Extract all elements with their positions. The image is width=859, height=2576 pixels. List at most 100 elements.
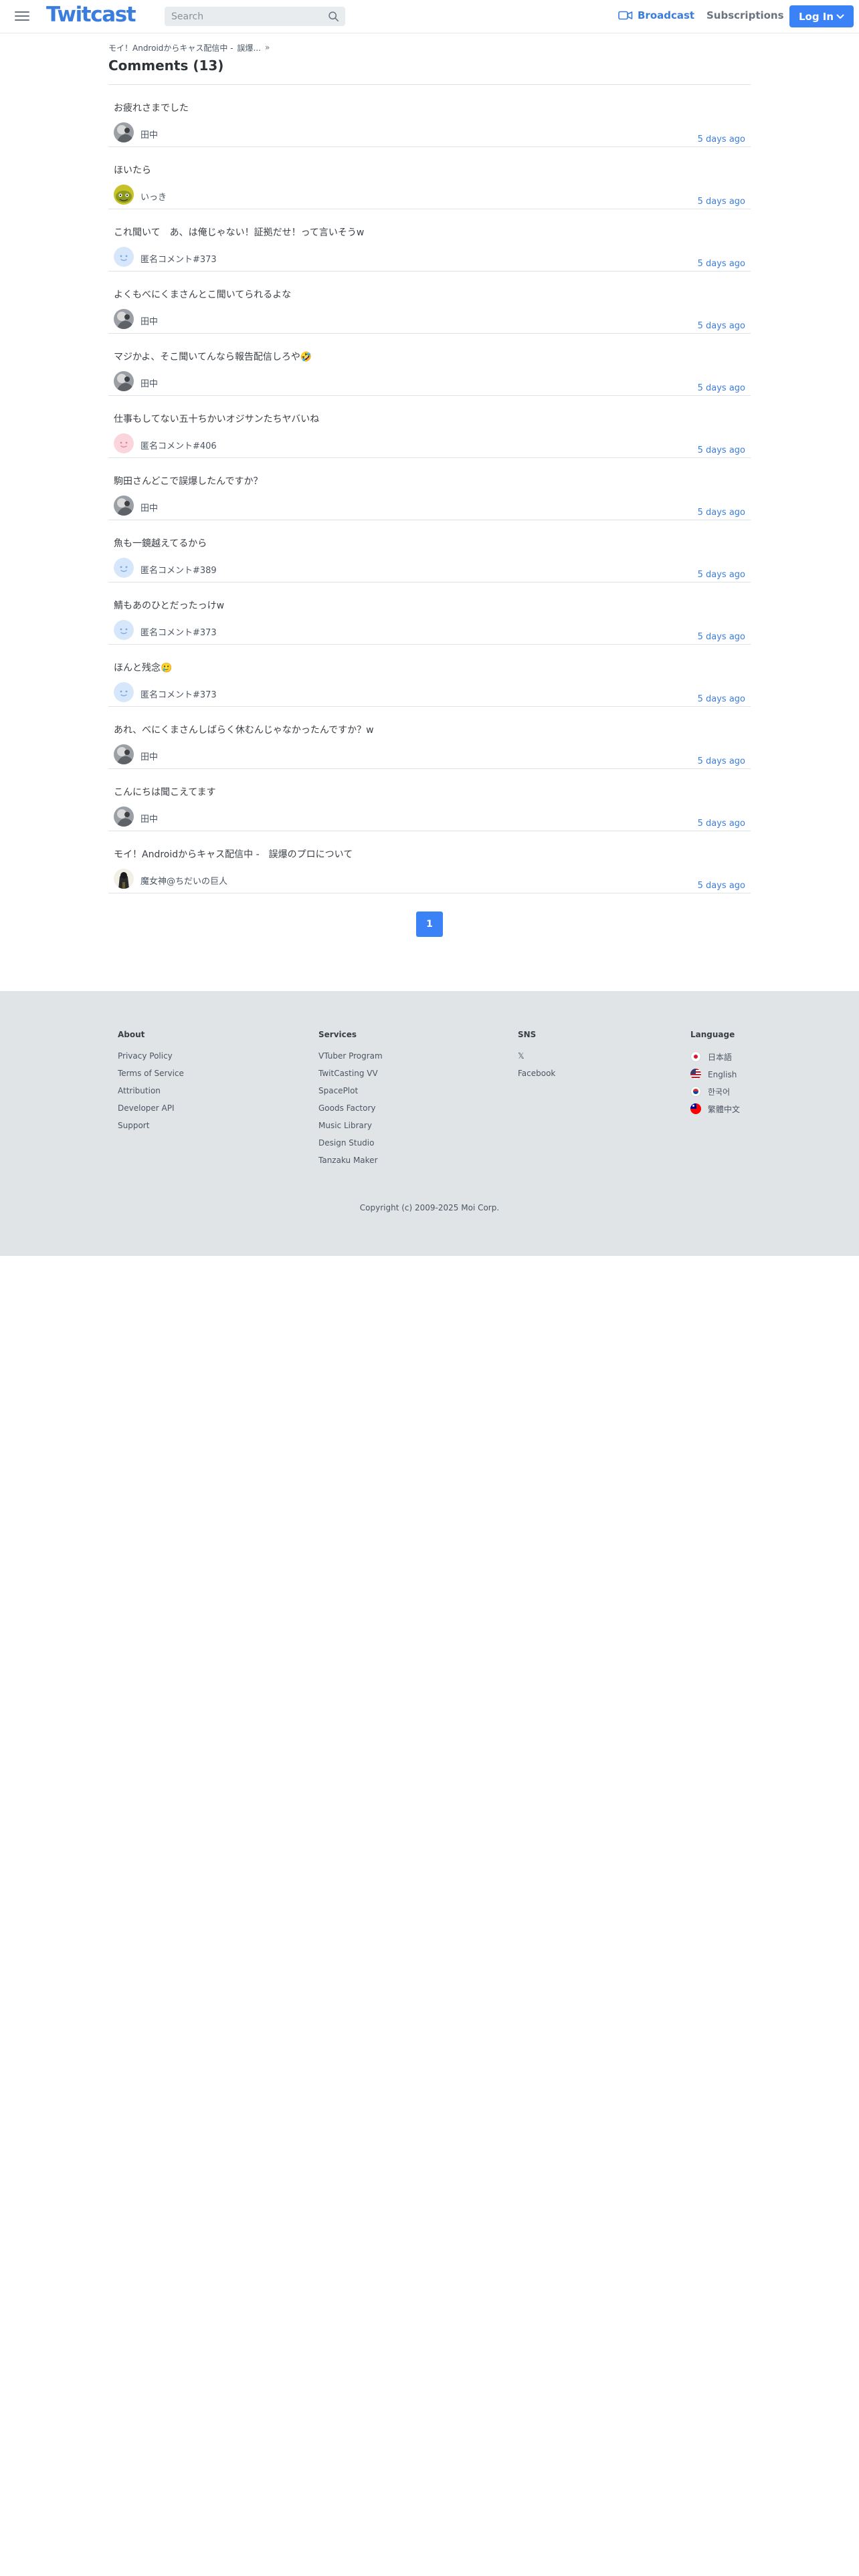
footer-language-title: Language — [690, 1030, 735, 1039]
comment-username[interactable]: 匿名コメント#373 — [140, 687, 217, 700]
search-box — [165, 7, 345, 26]
x-link[interactable]: 𝕏 — [518, 1051, 555, 1069]
comment-text: これ聞いて あ、は俺じゃない！証拠だせ！って言いそうw — [114, 227, 365, 238]
comment-timestamp[interactable]: 5 days ago — [698, 197, 745, 207]
comment-username[interactable]: 田中 — [140, 128, 158, 140]
comment-text: お疲れさまでした — [114, 103, 189, 114]
avatar[interactable] — [114, 744, 134, 764]
page-title: Comments (13) — [108, 58, 224, 74]
language-traditional-chinese[interactable]: 繁體中文 — [690, 1103, 740, 1121]
avatar[interactable] — [114, 371, 134, 391]
avatar[interactable] — [114, 247, 134, 267]
comment-timestamp[interactable]: 5 days ago — [698, 508, 745, 518]
comment-item: モイ！Androidからキャス配信中 - 誤爆のプロについて 魔女神@ちだいの巨人… — [108, 831, 751, 893]
chevron-down-icon — [836, 14, 844, 19]
twitcasting-vv-link[interactable]: TwitCasting VV — [318, 1069, 383, 1086]
comment-item: 魚も一鏡越えてるから匿名コメント#389 5 days ago — [108, 520, 751, 582]
subscriptions-link[interactable]: Subscriptions — [706, 9, 784, 21]
language-label: 繁體中文 — [708, 1105, 741, 1114]
avatar[interactable] — [114, 620, 134, 640]
comment-text: よくもべにくまさんとこ聞いてられるよな — [114, 290, 292, 300]
comment-timestamp[interactable]: 5 days ago — [698, 756, 745, 766]
broadcast-label: Broadcast — [638, 9, 695, 21]
korea-flag-icon — [690, 1086, 701, 1097]
vtuber-program-link[interactable]: VTuber Program — [318, 1051, 383, 1069]
support-link[interactable]: Support — [118, 1121, 184, 1138]
comment-text: 魚も一鏡越えてるから — [114, 538, 207, 549]
comment-text: こんにちは聞こえてます — [114, 787, 216, 798]
avatar[interactable] — [114, 122, 134, 142]
footer-about: About Privacy Policy Terms of Service At… — [118, 1030, 184, 1138]
avatar[interactable] — [114, 433, 134, 453]
language-japanese[interactable]: 日本語 — [690, 1051, 740, 1069]
comment-text: マジかよ、そこ聞いてんなら報告配信しろや🤣 — [114, 352, 312, 362]
breadcrumb-movie-link[interactable]: モイ！Androidからキャス配信中 - — [108, 42, 233, 53]
comment-timestamp[interactable]: 5 days ago — [698, 694, 745, 704]
avatar[interactable] — [114, 682, 134, 702]
comment-item: よくもべにくまさんとこ聞いてられるよな田中 5 days ago — [108, 272, 751, 334]
avatar[interactable] — [114, 185, 134, 205]
comment-username[interactable]: 匿名コメント#373 — [140, 252, 217, 265]
avatar[interactable] — [114, 807, 134, 827]
comment-item: お疲れさまでした 田中 5 days ago — [108, 85, 751, 147]
comment-username[interactable]: 田中 — [140, 812, 158, 825]
comment-username[interactable]: 匿名コメント#406 — [140, 439, 217, 451]
developer-api-link[interactable]: Developer API — [118, 1103, 184, 1121]
comment-item: あれ、べにくまさんしばらく休むんじゃなかったんですか？w 田中 5 days ago — [108, 707, 751, 769]
comment-username[interactable]: 田中 — [140, 750, 158, 762]
breadcrumb-title-link[interactable]: 誤爆... — [237, 42, 261, 53]
broadcast-button[interactable]: Broadcast — [618, 9, 694, 21]
comment-timestamp[interactable]: 5 days ago — [698, 445, 745, 455]
login-button[interactable]: Log In — [789, 5, 854, 27]
search-input[interactable] — [165, 7, 322, 26]
pagination: 1 — [416, 911, 443, 937]
comment-item: 駒田さんどこで誤爆したんですか？ 田中 5 days ago — [108, 458, 751, 520]
comment-timestamp[interactable]: 5 days ago — [698, 383, 745, 393]
comment-username[interactable]: 魔女神@ちだいの巨人 — [140, 874, 227, 887]
avatar[interactable] — [114, 558, 134, 578]
logo[interactable]: Twitcast — [46, 3, 136, 27]
comment-item: ほいたらいっき 5 days ago — [108, 147, 751, 209]
language-english[interactable]: English — [690, 1069, 740, 1086]
comment-timestamp[interactable]: 5 days ago — [698, 632, 745, 642]
comment-item: ほんと残念🥲 匿名コメント#373 5 days ago — [108, 645, 751, 707]
avatar[interactable] — [114, 496, 134, 516]
comment-timestamp[interactable]: 5 days ago — [698, 881, 745, 891]
comment-username[interactable]: いっき — [140, 190, 167, 203]
facebook-link[interactable]: Facebook — [518, 1069, 555, 1086]
language-korean[interactable]: 한국어 — [690, 1086, 740, 1103]
footer-about-title: About — [118, 1030, 145, 1039]
comment-username[interactable]: 田中 — [140, 501, 158, 514]
spaceplot-link[interactable]: SpacePlot — [318, 1086, 383, 1103]
comment-text: ほいたら — [114, 165, 151, 176]
comment-username[interactable]: 匿名コメント#389 — [140, 563, 217, 576]
tanzaku-maker-link[interactable]: Tanzaku Maker — [318, 1156, 383, 1173]
avatar[interactable] — [114, 869, 134, 889]
comment-timestamp[interactable]: 5 days ago — [698, 259, 745, 269]
comment-item: 鯖もあのひとだったっけw 匿名コメント#373 5 days ago — [108, 582, 751, 645]
comment-timestamp[interactable]: 5 days ago — [698, 819, 745, 829]
comment-username[interactable]: 匿名コメント#373 — [140, 625, 217, 638]
comment-timestamp[interactable]: 5 days ago — [698, 570, 745, 580]
design-studio-link[interactable]: Design Studio — [318, 1138, 383, 1156]
page-1-button[interactable]: 1 — [416, 911, 443, 937]
music-library-link[interactable]: Music Library — [318, 1121, 383, 1138]
comment-item: こんにちは聞こえてます田中 5 days ago — [108, 769, 751, 831]
privacy-policy-link[interactable]: Privacy Policy — [118, 1051, 184, 1069]
attribution-link[interactable]: Attribution — [118, 1086, 184, 1103]
comment-item: これ聞いて あ、は俺じゃない！証拠だせ！って言いそうw 匿名コメント#373 5 d… — [108, 209, 751, 272]
comment-timestamp[interactable]: 5 days ago — [698, 134, 745, 144]
comment-username[interactable]: 田中 — [140, 377, 158, 389]
search-icon[interactable] — [328, 11, 339, 22]
terms-link[interactable]: Terms of Service — [118, 1069, 184, 1086]
taiwan-flag-icon — [690, 1103, 701, 1114]
japan-flag-icon — [690, 1051, 701, 1062]
comment-timestamp[interactable]: 5 days ago — [698, 321, 745, 331]
avatar[interactable] — [114, 309, 134, 329]
menu-icon[interactable] — [15, 9, 29, 23]
goods-factory-link[interactable]: Goods Factory — [318, 1103, 383, 1121]
top-header: Twitcast Broadcast Subscriptions Log In — [0, 0, 859, 33]
comment-username[interactable]: 田中 — [140, 314, 158, 327]
video-camera-icon — [618, 11, 633, 20]
footer: About Privacy Policy Terms of Service At… — [0, 991, 859, 1256]
